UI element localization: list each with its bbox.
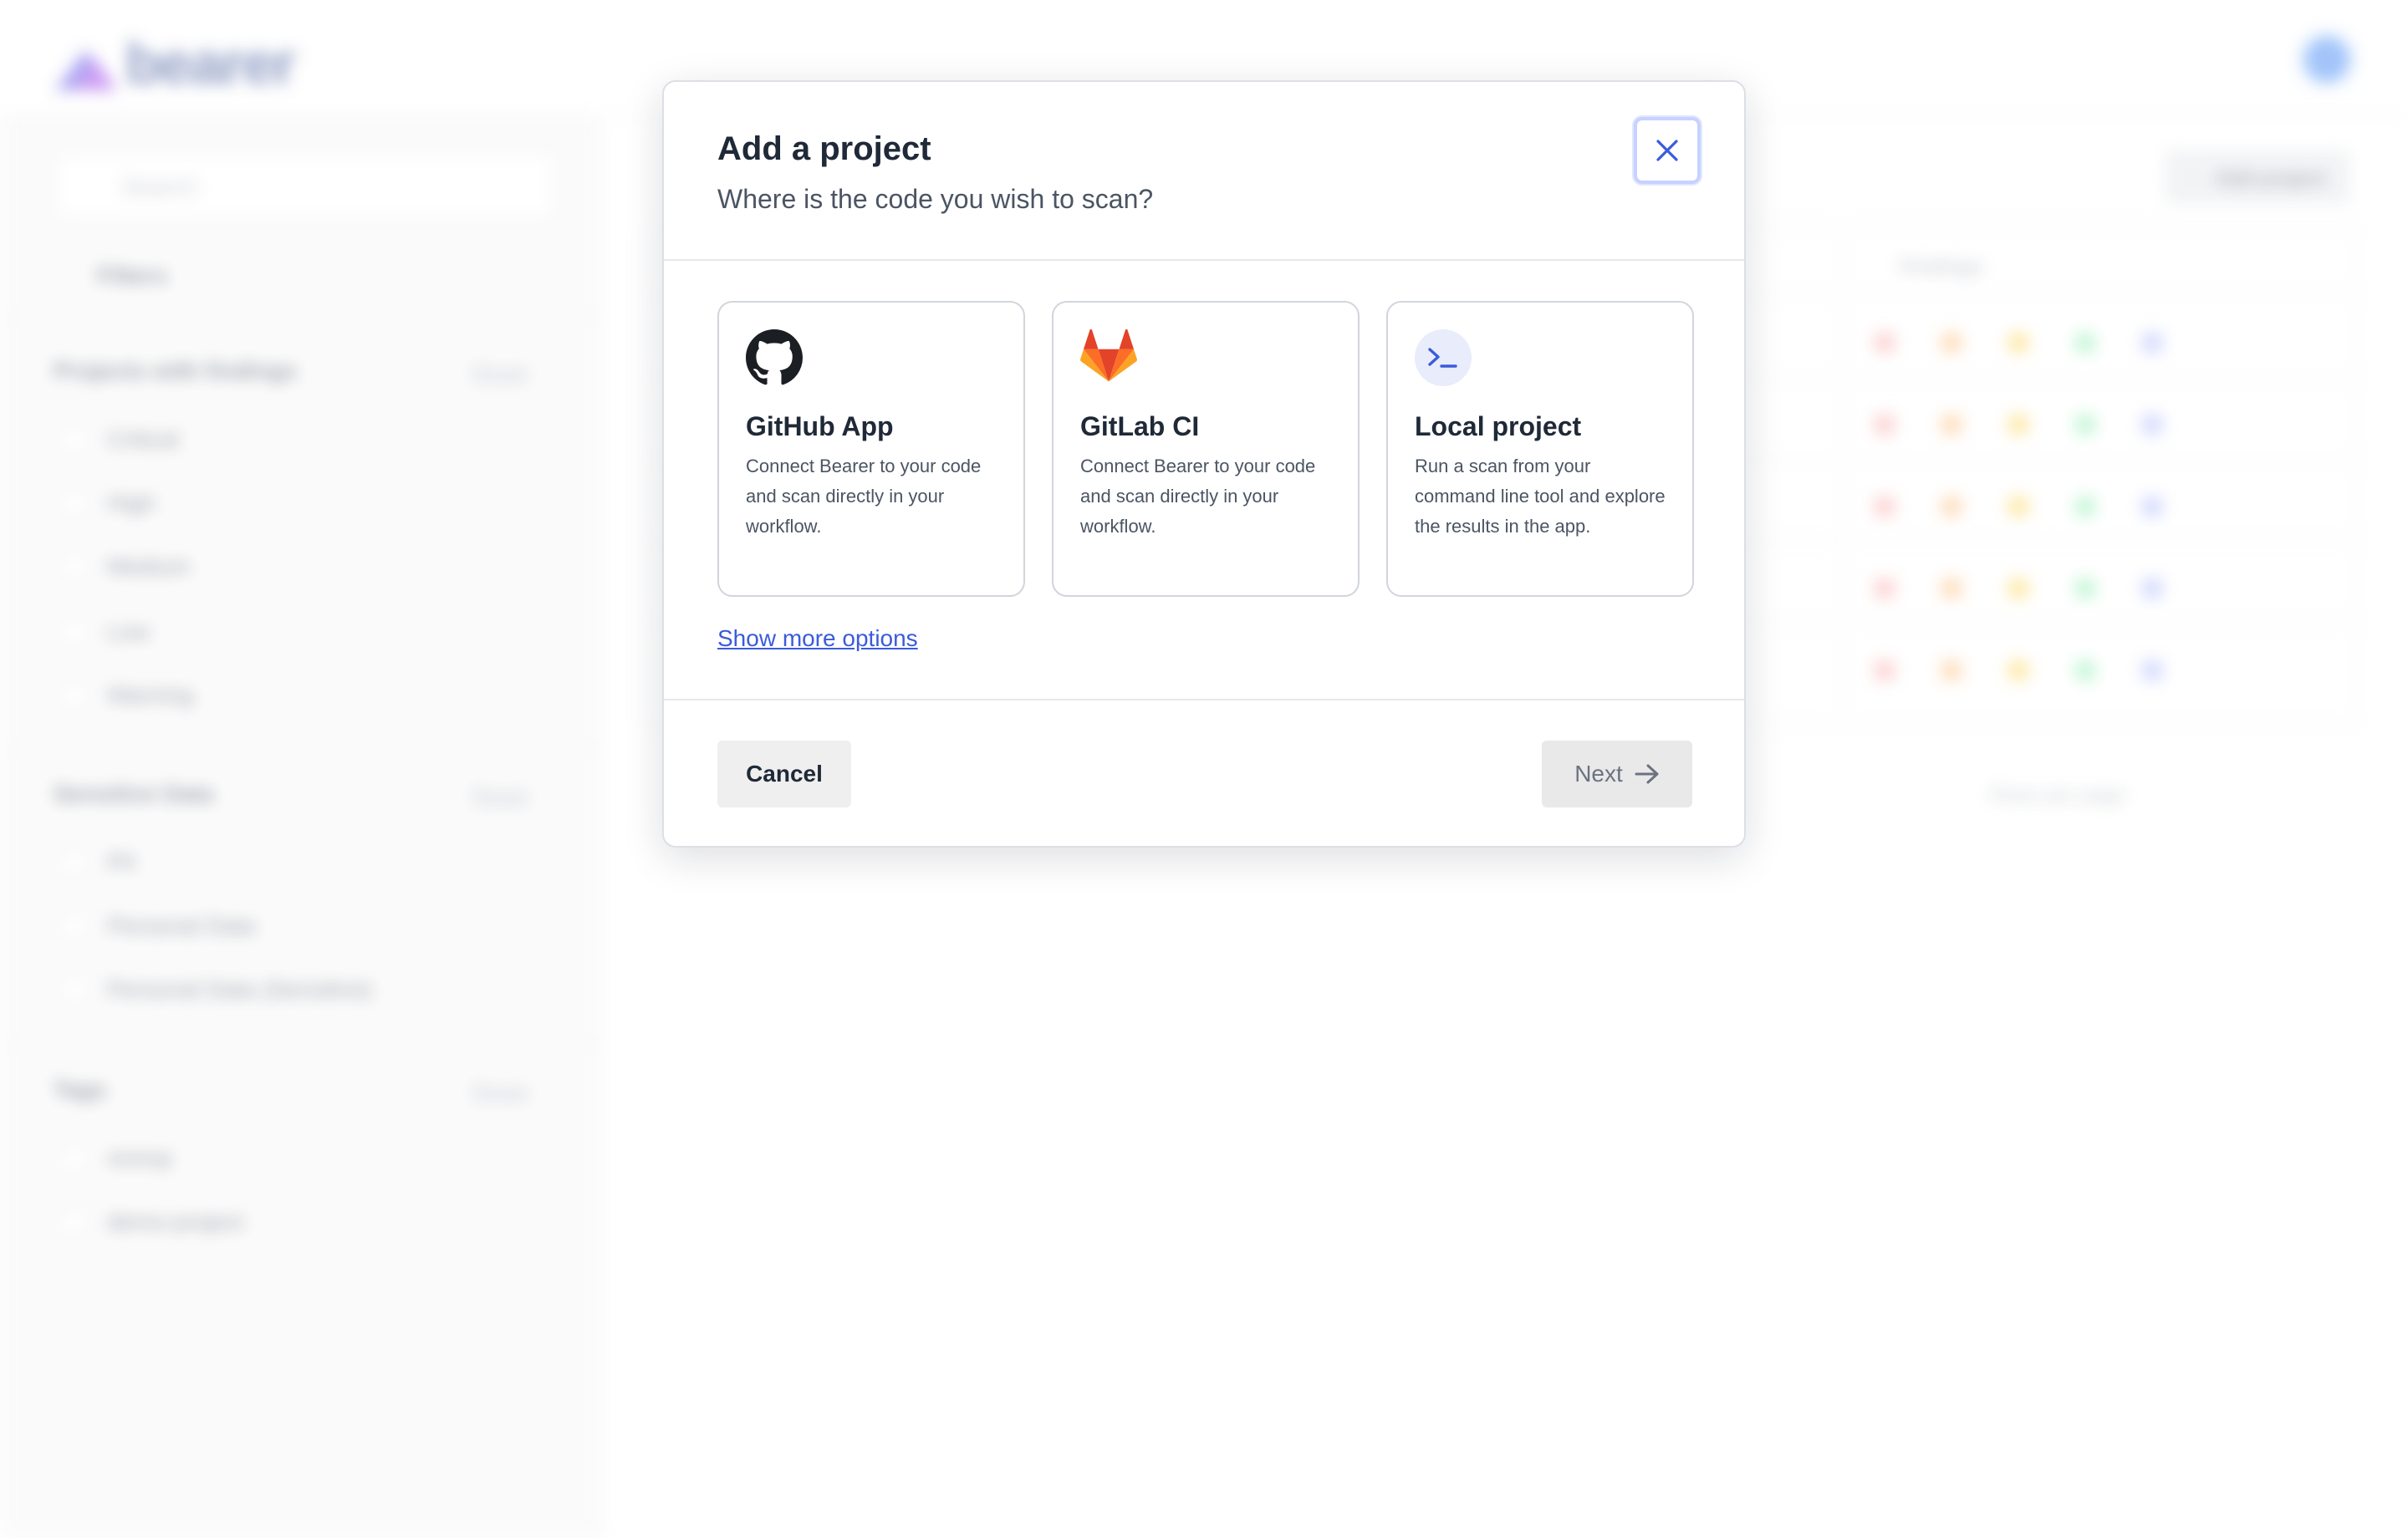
dialog-footer-divider [664, 699, 1744, 700]
cancel-label: Cancel [746, 761, 823, 787]
dialog-subtitle: Where is the code you wish to scan? [717, 184, 1154, 214]
next-button[interactable]: Next [1542, 741, 1692, 807]
dialog-title: Add a project [717, 130, 931, 167]
option-description: Connect Bearer to your code and scan dir… [746, 456, 982, 537]
show-more-options-link[interactable]: Show more options [717, 625, 918, 652]
close-icon [1656, 140, 1678, 161]
option-title: Local project [1415, 411, 1582, 441]
terminal-icon [1415, 329, 1472, 386]
option-github-app[interactable]: GitHub App Connect Bearer to your code a… [717, 301, 1025, 597]
option-description: Run a scan from your command line tool a… [1415, 456, 1666, 537]
option-title: GitLab CI [1080, 411, 1200, 441]
project-source-options: GitHub App Connect Bearer to your code a… [717, 301, 1694, 597]
dialog-header: Add a project Where is the code you wish… [664, 82, 1744, 261]
next-label: Next [1574, 761, 1623, 787]
option-description: Connect Bearer to your code and scan dir… [1080, 456, 1316, 537]
option-local-project[interactable]: Local project Run a scan from your comma… [1386, 301, 1694, 597]
add-project-dialog: Add a project Where is the code you wish… [662, 80, 1746, 848]
option-gitlab-ci[interactable]: GitLab CI Connect Bearer to your code an… [1052, 301, 1360, 597]
arrow-right-icon [1635, 764, 1659, 784]
github-icon [746, 329, 803, 385]
close-button[interactable] [1634, 117, 1701, 184]
option-title: GitHub App [746, 411, 894, 441]
cancel-button[interactable]: Cancel [717, 741, 851, 807]
gitlab-icon [1080, 329, 1137, 382]
